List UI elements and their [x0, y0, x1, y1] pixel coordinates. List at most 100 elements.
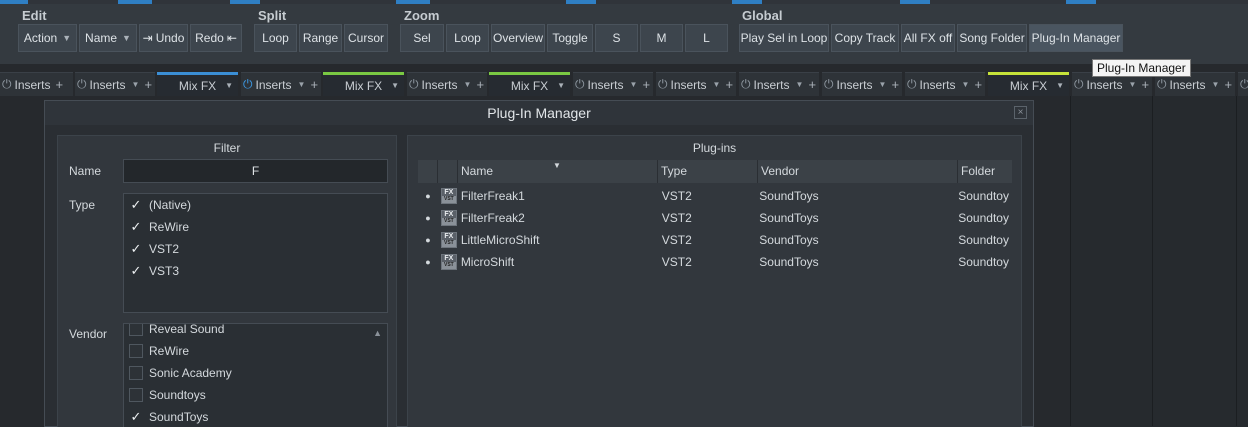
add-insert-icon[interactable]: +: [310, 77, 318, 92]
checkmark-icon[interactable]: ✓: [129, 242, 143, 256]
copy-track-button[interactable]: Copy Track: [831, 24, 899, 52]
type-filter-row[interactable]: ✓ ReWire: [124, 216, 387, 238]
vendor-filter-list[interactable]: Reveal Sound ReWire Sonic Academy Soundtoys…: [123, 323, 388, 427]
name-filter-input[interactable]: F: [123, 159, 388, 183]
plugin-row[interactable]: ● FX VST MicroShift VST2 SoundToys Soundtoy: [418, 251, 1012, 273]
power-icon[interactable]: ⏻: [77, 77, 87, 92]
add-insert-icon[interactable]: +: [1141, 77, 1149, 92]
column-header-type[interactable]: Type: [658, 160, 758, 183]
chevron-down-icon[interactable]: ▼: [630, 80, 638, 89]
column-header-name[interactable]: Name ▼: [458, 160, 658, 183]
column-header-icon[interactable]: [438, 160, 458, 183]
chevron-down-icon[interactable]: ▼: [796, 80, 804, 89]
power-icon[interactable]: ⏻: [409, 77, 419, 92]
power-icon[interactable]: ⏻: [1240, 77, 1248, 92]
checkbox[interactable]: [129, 344, 143, 358]
zoom-l-button[interactable]: L: [685, 24, 728, 52]
chevron-down-icon[interactable]: ▼: [298, 80, 306, 89]
power-icon[interactable]: ⏻: [2, 77, 12, 92]
inserts-slot[interactable]: ⏻ Inserts ▼ +: [75, 72, 155, 96]
plugin-row[interactable]: ● FX VST LittleMicroShift VST2 SoundToys Sound…: [418, 229, 1012, 251]
power-icon[interactable]: ⏻: [575, 77, 585, 92]
zoom-loop-button[interactable]: Loop: [446, 24, 489, 52]
power-icon[interactable]: ⏻: [1074, 77, 1084, 92]
inserts-slot[interactable]: ⏻ Inserts ▼ +: [656, 72, 736, 96]
add-insert-icon[interactable]: +: [476, 77, 484, 92]
inserts-slot[interactable]: ⏻ Inserts ▼ +: [822, 72, 902, 96]
vendor-filter-row[interactable]: Soundtoys: [124, 384, 387, 406]
power-icon[interactable]: ⏻: [243, 77, 253, 92]
type-filter-row[interactable]: ✓ VST3: [124, 260, 387, 282]
mixfx-slot[interactable]: Mix FX ▼: [988, 72, 1069, 96]
zoom-sel-button[interactable]: Sel: [400, 24, 444, 52]
type-filter-row[interactable]: ✓ VST2: [124, 238, 387, 260]
plugin-manager-button[interactable]: Plug-In Manager: [1029, 24, 1123, 52]
chevron-down-icon[interactable]: ▼: [1056, 81, 1064, 90]
add-insert-icon[interactable]: +: [725, 77, 733, 92]
split-cursor-button[interactable]: Cursor: [344, 24, 388, 52]
split-range-button[interactable]: Range: [299, 24, 342, 52]
add-insert-icon[interactable]: +: [1224, 77, 1232, 92]
column-header-vendor[interactable]: Vendor: [758, 160, 958, 183]
checkbox[interactable]: [129, 388, 143, 402]
zoom-m-button[interactable]: M: [640, 24, 683, 52]
chevron-down-icon[interactable]: ▼: [962, 80, 970, 89]
add-insert-icon[interactable]: +: [144, 77, 152, 92]
add-insert-icon[interactable]: +: [808, 77, 816, 92]
mixfx-slot[interactable]: Mix FX ▼: [157, 72, 238, 96]
column-header-status[interactable]: [418, 160, 438, 183]
vendor-filter-row[interactable]: Reveal Sound: [124, 324, 387, 340]
add-insert-icon[interactable]: +: [56, 77, 64, 92]
chevron-down-icon[interactable]: ▼: [132, 80, 140, 89]
checkmark-icon[interactable]: ✓: [129, 264, 143, 278]
zoom-s-button[interactable]: S: [595, 24, 638, 52]
power-icon[interactable]: ⏻: [741, 77, 751, 92]
inserts-slot[interactable]: ⏻: [1238, 72, 1248, 96]
split-loop-button[interactable]: Loop: [254, 24, 297, 52]
power-icon[interactable]: ⏻: [907, 77, 917, 92]
add-insert-icon[interactable]: +: [891, 77, 899, 92]
checkmark-icon[interactable]: ✓: [129, 198, 143, 212]
checkbox[interactable]: [129, 324, 143, 336]
checkmark-icon[interactable]: ✓: [129, 410, 143, 424]
mixfx-slot[interactable]: Mix FX ▼: [489, 72, 570, 96]
chevron-down-icon[interactable]: ▼: [879, 80, 887, 89]
column-header-folder[interactable]: Folder: [958, 160, 1012, 183]
chevron-down-icon[interactable]: ▼: [1129, 80, 1137, 89]
scroll-up-icon[interactable]: ▲: [373, 328, 382, 338]
name-button[interactable]: Name ▼: [79, 24, 137, 52]
chevron-down-icon[interactable]: ▼: [557, 81, 565, 90]
checkbox[interactable]: [129, 366, 143, 380]
inserts-slot[interactable]: ⏻ Inserts ▼ +: [905, 72, 985, 96]
mixfx-slot[interactable]: Mix FX ▼: [323, 72, 404, 96]
action-button[interactable]: Action ▼: [18, 24, 77, 52]
chevron-down-icon[interactable]: ▼: [464, 80, 472, 89]
chevron-down-icon[interactable]: ▼: [225, 81, 233, 90]
checkmark-icon[interactable]: ✓: [129, 220, 143, 234]
close-icon[interactable]: ×: [1014, 106, 1027, 119]
vendor-filter-row[interactable]: Sonic Academy: [124, 362, 387, 384]
power-icon[interactable]: ⏻: [1157, 77, 1167, 92]
chevron-down-icon[interactable]: ▼: [713, 80, 721, 89]
all-fx-off-button[interactable]: All FX off: [901, 24, 955, 52]
power-icon[interactable]: ⏻: [824, 77, 834, 92]
vendor-filter-row[interactable]: ✓ SoundToys: [124, 406, 387, 427]
zoom-toggle-button[interactable]: Toggle: [547, 24, 593, 52]
add-insert-icon[interactable]: +: [974, 77, 982, 92]
power-icon[interactable]: ⏻: [658, 77, 668, 92]
zoom-overview-button[interactable]: Overview: [491, 24, 545, 52]
inserts-slot[interactable]: ⏻ Inserts ▼ +: [407, 72, 487, 96]
vendor-filter-row[interactable]: ReWire: [124, 340, 387, 362]
song-folder-button[interactable]: Song Folder: [957, 24, 1027, 52]
chevron-down-icon[interactable]: ▼: [391, 81, 399, 90]
inserts-slot[interactable]: ⏻ Inserts ▼ +: [739, 72, 819, 96]
chevron-down-icon[interactable]: ▼: [1212, 80, 1220, 89]
plugin-row[interactable]: ● FX VST FilterFreak2 VST2 SoundToys Soundtoy: [418, 207, 1012, 229]
play-sel-in-loop-button[interactable]: Play Sel in Loop: [739, 24, 829, 52]
inserts-slot[interactable]: ⏻ Inserts ▼ +: [573, 72, 653, 96]
inserts-slot[interactable]: ⏻ Inserts ▼ +: [241, 72, 321, 96]
undo-button[interactable]: ⇥ Undo: [139, 24, 188, 52]
type-filter-row[interactable]: ✓ (Native): [124, 194, 387, 216]
type-filter-list[interactable]: ✓ (Native) ✓ ReWire ✓ VST2 ✓ VST3: [123, 193, 388, 313]
redo-button[interactable]: Redo ⇤: [190, 24, 242, 52]
